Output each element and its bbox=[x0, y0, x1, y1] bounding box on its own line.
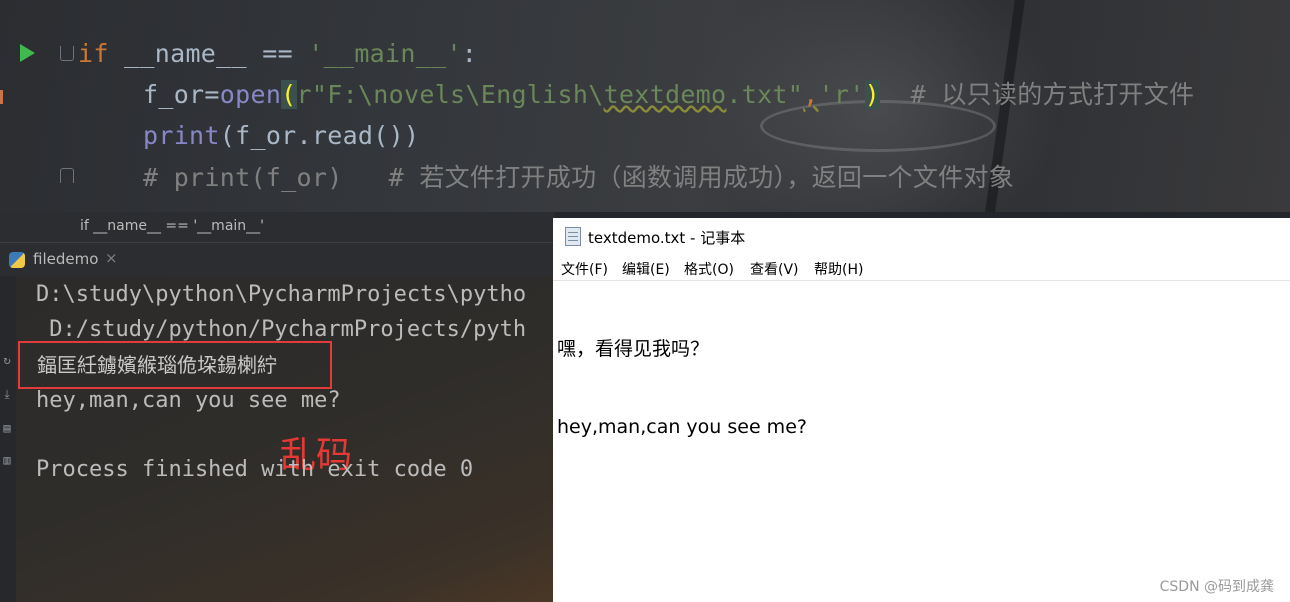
code-token: .txt" bbox=[726, 80, 804, 109]
watermark: CSDN @码到成龚 bbox=[1159, 579, 1274, 595]
text-line: 嘿，看得见我吗？ bbox=[557, 338, 710, 360]
print-icon[interactable]: ▤ bbox=[1, 422, 13, 434]
code-token: 'r' bbox=[818, 80, 865, 109]
console-line-garbled: 鍢匡紝鐪嬪緱瑙佹垜鍚楋紵 bbox=[37, 353, 277, 377]
code-line[interactable]: # print(f_or) # 若文件打开成功（函数调用成功），返回一个文件对象 bbox=[143, 160, 1014, 198]
fold-end-icon[interactable] bbox=[60, 168, 74, 183]
menu-view[interactable]: 查看(V) bbox=[750, 259, 799, 279]
text-area[interactable]: 嘿，看得见我吗？ hey,man,can you see me? bbox=[557, 284, 807, 492]
run-tab-bar: filedemo × bbox=[0, 242, 555, 277]
code-token: (f_or.read()) bbox=[219, 121, 420, 150]
console-line-exit: Process finished with exit code 0 bbox=[36, 457, 474, 482]
code-token: if bbox=[78, 39, 109, 68]
tab-filedemo[interactable]: filedemo bbox=[33, 250, 98, 268]
code-token: # print(f_or) # 若文件打开成功（函数调用成功），返回一个文件对象 bbox=[143, 163, 1015, 192]
code-token: , bbox=[803, 80, 819, 109]
code-token: ( bbox=[281, 80, 297, 109]
console-line-path: D:\study\python\PycharmProjects\pytho bbox=[36, 282, 527, 307]
fold-icon[interactable] bbox=[60, 46, 74, 61]
menu-file[interactable]: 文件(F) bbox=[561, 259, 608, 279]
code-token: __name__ == bbox=[108, 39, 309, 68]
code-line[interactable]: f_or=open(r"F:\novels\English\textdemo.t… bbox=[143, 77, 1194, 115]
notepad-window: textdemo.txt - 记事本 文件(F) 编辑(E) 格式(O) 查看(… bbox=[553, 218, 1290, 602]
menu-format[interactable]: 格式(O) bbox=[684, 259, 734, 279]
breadcrumb[interactable]: if __name__ == '__main__' bbox=[0, 212, 555, 242]
menu-help[interactable]: 帮助(H) bbox=[814, 259, 863, 279]
notepad-titlebar[interactable]: textdemo.txt - 记事本 bbox=[553, 218, 1290, 254]
run-console[interactable]: ↻ ⤓ ▤ ▥ D:\study\python\PycharmProjects\… bbox=[0, 276, 553, 602]
window-title: textdemo.txt - 记事本 bbox=[588, 229, 746, 247]
run-icon[interactable] bbox=[20, 44, 35, 62]
code-token: f_or= bbox=[143, 80, 220, 109]
close-icon[interactable]: × bbox=[105, 249, 118, 267]
change-marker bbox=[0, 90, 3, 104]
code-line[interactable]: print(f_or.read()) bbox=[143, 118, 419, 156]
menu-bar: 文件(F) 编辑(E) 格式(O) 查看(V) 帮助(H) bbox=[553, 254, 1290, 281]
code-token: # 以只读的方式打开文件 bbox=[879, 80, 1195, 109]
code-editor[interactable]: if __name__ == '__main__': f_or=open(r"F… bbox=[0, 0, 1290, 212]
code-token: print bbox=[143, 121, 220, 150]
rerun-icon[interactable]: ↻ bbox=[1, 354, 13, 366]
text-line: hey,man,can you see me? bbox=[557, 416, 807, 438]
code-token: ) bbox=[864, 80, 880, 109]
console-line-output: hey,man,can you see me? bbox=[36, 388, 341, 413]
code-token: : bbox=[461, 39, 478, 68]
breadcrumb-item[interactable]: if __name__ == '__main__' bbox=[80, 218, 264, 234]
console-toolbar: ↻ ⤓ ▤ ▥ bbox=[0, 276, 16, 602]
editor-gutter bbox=[0, 0, 78, 212]
notepad-icon bbox=[565, 227, 581, 246]
download-icon[interactable]: ⤓ bbox=[1, 388, 13, 400]
menu-edit[interactable]: 编辑(E) bbox=[622, 259, 670, 279]
python-icon bbox=[9, 252, 25, 268]
code-token: textdemo bbox=[603, 80, 727, 109]
code-token: r"F:\novels\English\ bbox=[296, 80, 604, 109]
code-token: '__main__' bbox=[308, 39, 462, 68]
delete-icon[interactable]: ▥ bbox=[1, 454, 13, 466]
code-token: open bbox=[219, 80, 282, 109]
code-line[interactable]: if __name__ == '__main__': bbox=[78, 36, 477, 74]
